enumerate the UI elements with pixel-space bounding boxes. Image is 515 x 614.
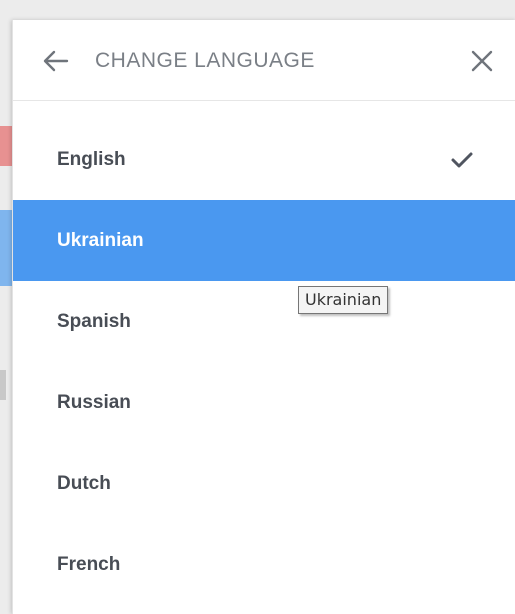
background-accent-blue: [0, 210, 12, 286]
tooltip: Ukrainian: [298, 286, 389, 314]
close-icon: [471, 50, 493, 72]
language-label: Spanish: [57, 310, 131, 332]
language-option-french[interactable]: French: [13, 524, 515, 605]
change-language-panel: CHANGE LANGUAGE English Ukrainian Spanis…: [12, 20, 515, 614]
panel-title: CHANGE LANGUAGE: [95, 49, 315, 72]
language-label: Dutch: [57, 472, 111, 494]
language-option-russian[interactable]: Russian: [13, 362, 515, 443]
language-label: Ukrainian: [57, 229, 144, 251]
language-option-english[interactable]: English: [13, 119, 515, 200]
back-button[interactable]: [39, 44, 73, 78]
language-option-dutch[interactable]: Dutch: [13, 443, 515, 524]
checkmark-icon: [451, 152, 473, 168]
language-label: Russian: [57, 391, 131, 413]
language-option-ukrainian[interactable]: Ukrainian: [13, 200, 515, 281]
language-option-spanish[interactable]: Spanish: [13, 281, 515, 362]
background-accent-red: [0, 126, 12, 166]
background-accent-gray: [0, 370, 6, 400]
language-label: English: [57, 148, 126, 170]
panel-header: CHANGE LANGUAGE: [13, 20, 515, 101]
language-label: French: [57, 553, 121, 575]
language-list: English Ukrainian Spanish Russian Dutch …: [13, 119, 515, 605]
arrow-left-icon: [43, 50, 69, 72]
close-button[interactable]: [465, 44, 499, 78]
